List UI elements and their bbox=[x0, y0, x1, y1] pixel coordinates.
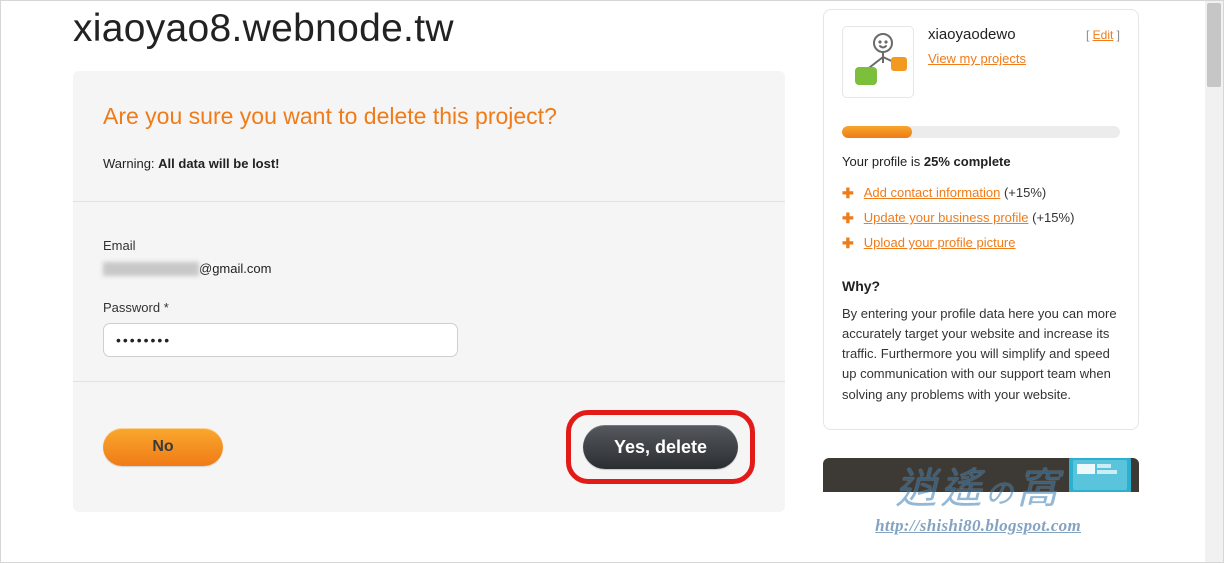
suggestion-list: ✚ Add contact information (+15%) ✚ Updat… bbox=[842, 185, 1120, 250]
why-heading: Why? bbox=[842, 278, 1120, 294]
promo-banner[interactable] bbox=[823, 458, 1139, 492]
why-text: By entering your profile data here you c… bbox=[842, 304, 1120, 405]
no-button[interactable]: No bbox=[103, 428, 223, 466]
password-label: Password * bbox=[103, 300, 755, 315]
profile-progress-fill bbox=[842, 126, 912, 138]
plus-icon: ✚ bbox=[842, 211, 854, 225]
password-input[interactable] bbox=[103, 323, 458, 357]
avatar bbox=[842, 26, 914, 98]
redacted-text bbox=[103, 262, 199, 276]
watermark-url: http://shishi80.blogspot.com bbox=[875, 516, 1081, 536]
profile-card: xiaoyaodewo [ Edit ] View my projects bbox=[823, 9, 1139, 430]
profile-username: xiaoyaodewo bbox=[928, 26, 1016, 43]
email-value: @gmail.com bbox=[103, 261, 755, 276]
delete-panel: Are you sure you want to delete this pro… bbox=[73, 71, 785, 512]
suggestion-item: ✚ Add contact information (+15%) bbox=[842, 185, 1120, 200]
scrollbar-track[interactable] bbox=[1205, 1, 1223, 562]
suggestion-item: ✚ Update your business profile (+15%) bbox=[842, 210, 1120, 225]
edit-link[interactable]: Edit bbox=[1093, 28, 1114, 42]
suggestion-link[interactable]: Update your business profile bbox=[864, 210, 1029, 225]
monitor-icon bbox=[1067, 458, 1133, 492]
panel-heading: Are you sure you want to delete this pro… bbox=[103, 71, 755, 138]
progress-text: Your profile is 25% complete bbox=[842, 154, 1120, 169]
profile-progress-bar bbox=[842, 126, 1120, 138]
warning-line: Warning: All data will be lost! bbox=[103, 156, 755, 171]
suggestion-item: ✚ Upload your profile picture bbox=[842, 235, 1120, 250]
warning-bold: All data will be lost! bbox=[158, 156, 279, 171]
suggestion-link[interactable]: Upload your profile picture bbox=[864, 235, 1016, 250]
edit-control: [ Edit ] bbox=[1086, 28, 1120, 42]
plus-icon: ✚ bbox=[842, 186, 854, 200]
suggestion-gain: (+15%) bbox=[1004, 185, 1046, 200]
email-suffix: @gmail.com bbox=[199, 261, 271, 276]
page-title: xiaoyao8.webnode.tw bbox=[73, 7, 785, 51]
yes-delete-button[interactable]: Yes, delete bbox=[583, 425, 738, 469]
avatar-icon bbox=[851, 31, 909, 93]
suggestion-link[interactable]: Add contact information bbox=[864, 185, 1001, 200]
plus-icon: ✚ bbox=[842, 236, 854, 250]
scrollbar-thumb[interactable] bbox=[1207, 3, 1221, 87]
warning-prefix: Warning: bbox=[103, 156, 158, 171]
suggestion-gain: (+15%) bbox=[1032, 210, 1074, 225]
yes-highlight-ring: Yes, delete bbox=[566, 410, 755, 484]
email-label: Email bbox=[103, 238, 755, 253]
view-projects-link[interactable]: View my projects bbox=[928, 51, 1026, 66]
